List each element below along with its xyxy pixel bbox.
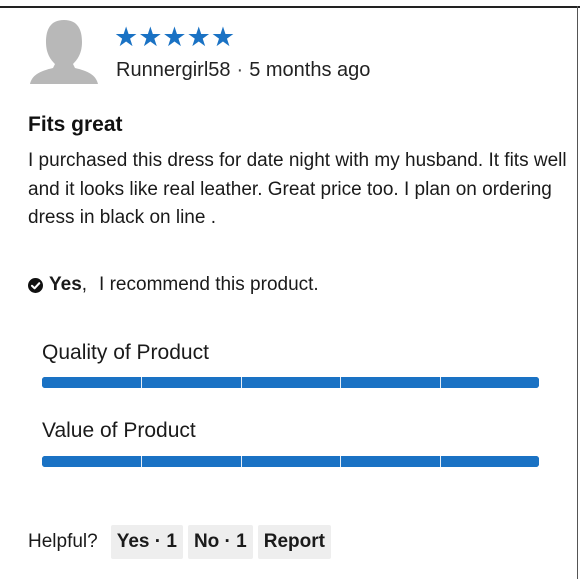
review-meta: Runnergirl58 · 5 months ago (116, 58, 370, 82)
value-rating-fill (42, 456, 539, 467)
rating-segment-divider (240, 377, 242, 388)
right-divider (577, 6, 578, 579)
value-rating-bar (42, 456, 539, 467)
helpful-row: Helpful? Yes · 1 No · 1 Report (28, 525, 336, 559)
rating-segment-divider (439, 456, 441, 467)
rating-segment-divider (340, 377, 342, 388)
rating-segment-divider (240, 456, 242, 467)
rating-segment-divider (340, 456, 342, 467)
recommendation: Yes, I recommend this product. (28, 273, 319, 297)
report-button[interactable]: Report (257, 525, 331, 559)
review-date: 5 months ago (249, 59, 371, 81)
quality-rating-label: Quality of Product (42, 341, 209, 364)
rating-segment-divider (439, 377, 441, 388)
helpful-label: Helpful? (28, 531, 98, 552)
star-rating: ★★★★★ (114, 22, 236, 53)
helpful-yes-button[interactable]: Yes · 1 (110, 525, 183, 559)
avatar (28, 18, 100, 84)
rating-segment-divider (141, 377, 143, 388)
user-avatar-icon (30, 20, 98, 84)
value-rating-label: Value of Product (42, 419, 196, 442)
recommend-comma: , (81, 274, 88, 295)
check-circle-icon (28, 277, 43, 293)
review-body: I purchased this dress for date night wi… (28, 150, 567, 228)
top-divider (0, 6, 580, 8)
quality-rating-bar (42, 377, 539, 388)
review-title: Fits great (28, 113, 123, 136)
recommend-answer: Yes (49, 274, 82, 295)
recommend-text: I recommend this product. (99, 274, 319, 295)
rating-segment-divider (141, 456, 143, 467)
quality-rating-fill (42, 377, 539, 388)
helpful-no-button[interactable]: No · 1 (187, 525, 253, 559)
author-name: Runnergirl58 (116, 59, 231, 81)
meta-separator: · (236, 59, 244, 81)
